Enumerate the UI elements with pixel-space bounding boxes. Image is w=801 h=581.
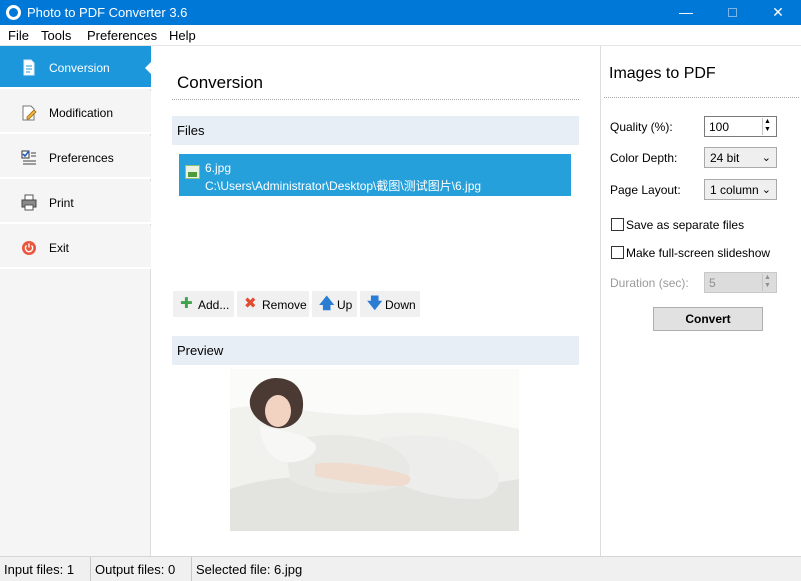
duration-stepper[interactable]: 5 ▲ ▼: [704, 272, 777, 293]
move-up-button-label: Up: [337, 298, 353, 312]
power-icon: [22, 241, 36, 255]
preview-section-label: Preview: [177, 343, 224, 358]
arrow-down-icon: 🡇: [367, 295, 383, 312]
title-bar: Photo to PDF Converter 3.6 — ✕: [0, 0, 801, 25]
spin-down-icon[interactable]: ▼: [764, 282, 771, 290]
checklist-icon: [21, 150, 36, 165]
sidebar-item-exit[interactable]: Exit: [0, 226, 151, 269]
preview-section-header: Preview: [172, 336, 579, 365]
sidebar-item-label: Print: [49, 196, 74, 210]
close-button[interactable]: ✕: [755, 0, 801, 25]
sidebar-item-modification[interactable]: Modification: [0, 91, 151, 134]
sidebar-item-print[interactable]: Print: [0, 181, 151, 224]
menu-preferences[interactable]: Preferences: [87, 28, 157, 43]
color-depth-value: 24 bit: [710, 151, 740, 165]
file-name: 6.jpg: [205, 161, 232, 175]
status-bar: Input files: 1 Output files: 0 Selected …: [0, 556, 801, 581]
move-down-button-label: Down: [385, 298, 416, 312]
remove-x-icon: ✖: [244, 295, 257, 312]
window-title: Photo to PDF Converter 3.6: [27, 5, 188, 20]
sidebar-item-label: Exit: [49, 241, 70, 255]
menu-file[interactable]: File: [8, 28, 29, 43]
files-section-header: Files: [172, 116, 579, 145]
app-logo-icon: [6, 5, 21, 20]
duration-label: Duration (sec):: [610, 276, 689, 290]
color-depth-select[interactable]: 24 bit ⌄: [704, 147, 777, 168]
list-item[interactable]: 6.jpg C:\Users\Administrator\Desktop\截图\…: [179, 154, 571, 196]
save-separate-checkbox[interactable]: [611, 218, 624, 231]
add-button[interactable]: ✚ Add...: [173, 291, 234, 317]
duration-spin-arrows[interactable]: ▲ ▼: [762, 274, 775, 291]
options-title: Images to PDF: [609, 65, 716, 82]
chevron-down-icon: ⌄: [761, 152, 771, 164]
quality-spin-arrows[interactable]: ▲ ▼: [762, 118, 775, 135]
sidebar-item-preferences[interactable]: Preferences: [0, 136, 151, 179]
add-button-label: Add...: [198, 298, 230, 312]
sidebar-item-conversion[interactable]: Conversion: [0, 46, 152, 89]
quality-label: Quality (%):: [610, 120, 673, 134]
heading-divider: [172, 99, 579, 100]
menu-tools[interactable]: Tools: [41, 28, 71, 43]
files-section-label: Files: [177, 123, 205, 138]
color-depth-label: Color Depth:: [610, 151, 678, 165]
edit-pencil-icon: [22, 105, 37, 121]
move-down-button[interactable]: 🡇 Down: [360, 291, 420, 317]
status-input-files: Input files: 1: [0, 557, 91, 581]
status-output-files: Output files: 0: [91, 557, 192, 581]
sidebar-item-label: Conversion: [49, 61, 110, 75]
arrow-up-icon: 🡅: [319, 295, 335, 312]
move-up-button[interactable]: 🡅 Up: [312, 291, 357, 317]
page-title: Conversion: [177, 73, 263, 92]
status-selected-file: Selected file: 6.jpg: [192, 557, 801, 581]
quality-stepper[interactable]: 100 ▲ ▼: [704, 116, 777, 137]
remove-button-label: Remove: [262, 298, 307, 312]
output-files-text: Output files: 0: [95, 562, 176, 577]
maximize-button[interactable]: [709, 0, 755, 25]
sidebar: Conversion Modification Preferences Prin…: [0, 46, 152, 556]
quality-value: 100: [709, 120, 730, 134]
printer-icon: [21, 194, 37, 211]
maximize-icon: [727, 8, 737, 17]
page-layout-label: Page Layout:: [610, 183, 681, 197]
document-convert-icon: [23, 59, 35, 76]
spin-up-icon[interactable]: ▲: [764, 274, 771, 282]
selected-file-text: Selected file: 6.jpg: [196, 562, 303, 577]
convert-button[interactable]: Convert: [653, 307, 763, 331]
options-divider: [604, 97, 799, 98]
duration-value: 5: [709, 276, 716, 290]
spin-down-icon[interactable]: ▼: [764, 126, 771, 134]
preview-photo: [230, 369, 519, 531]
chevron-down-icon: ⌄: [761, 184, 771, 196]
add-plus-icon: ✚: [180, 295, 193, 312]
input-files-text: Input files: 1: [4, 562, 75, 577]
menu-bar: File Tools Preferences Help: [0, 25, 801, 46]
page-layout-value: 1 column: [710, 183, 759, 197]
file-path: C:\Users\Administrator\Desktop\截图\测试图片\6…: [205, 179, 482, 193]
remove-button[interactable]: ✖ Remove: [237, 291, 309, 317]
image-preview: [230, 369, 519, 531]
menu-help[interactable]: Help: [169, 28, 196, 43]
minimize-button[interactable]: —: [663, 0, 709, 25]
conversion-panel: Conversion Files 6.jpg C:\Users\Administ…: [152, 46, 599, 556]
page-layout-select[interactable]: 1 column ⌄: [704, 179, 777, 200]
sidebar-item-label: Modification: [49, 106, 114, 120]
spin-up-icon[interactable]: ▲: [764, 118, 771, 126]
sidebar-item-label: Preferences: [49, 151, 114, 165]
image-file-icon: [185, 165, 200, 179]
slideshow-checkbox[interactable]: [611, 246, 624, 259]
slideshow-label[interactable]: Make full-screen slideshow: [626, 246, 770, 260]
save-separate-label[interactable]: Save as separate files: [626, 218, 744, 232]
options-panel: Images to PDF Quality (%): 100 ▲ ▼ Color…: [600, 46, 801, 556]
